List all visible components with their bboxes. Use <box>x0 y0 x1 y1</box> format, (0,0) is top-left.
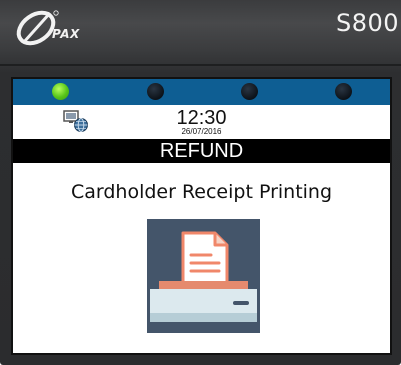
bezel-divider <box>0 64 401 66</box>
status-led <box>335 83 352 100</box>
clock-date: 26/07/2016 <box>181 127 222 136</box>
status-led-green <box>52 83 69 100</box>
status-message: Cardholder Receipt Printing <box>70 181 333 203</box>
model-name: S800 <box>335 9 399 37</box>
screen-title: REFUND <box>13 139 390 163</box>
status-led <box>147 83 164 100</box>
printer-receipt-icon <box>147 219 260 333</box>
pax-terminal: PAX S800 12:30 26/07/2016 REFUND Cardhol… <box>0 0 401 365</box>
terminal-screen: 12:30 26/07/2016 REFUND Cardholder Recei… <box>11 77 392 355</box>
clock-row: 12:30 26/07/2016 <box>13 105 390 139</box>
status-led <box>241 83 258 100</box>
brand-name: PAX <box>52 27 80 41</box>
status-bar <box>13 79 390 105</box>
terminal-top-bezel: PAX S800 <box>0 0 401 52</box>
